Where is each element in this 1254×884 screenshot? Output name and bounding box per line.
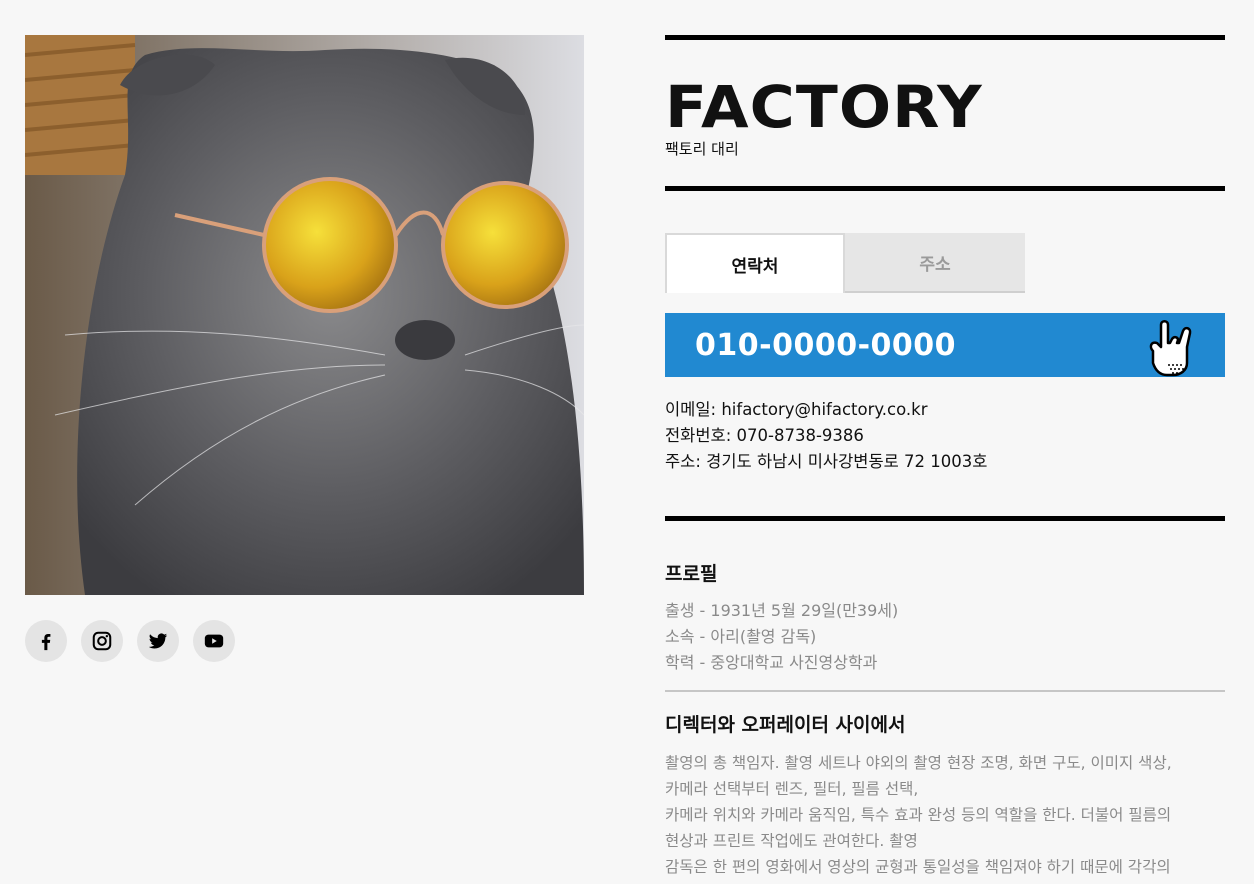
instagram-icon (92, 631, 112, 651)
youtube-button[interactable] (193, 620, 235, 662)
facebook-icon (41, 633, 51, 651)
youtube-icon (204, 634, 224, 648)
contact-address: 주소: 경기도 하남시 미사강변동로 72 1003호 (665, 452, 988, 471)
tab-address[interactable]: 주소 (845, 233, 1025, 293)
section-body: 촬영의 총 책임자. 촬영 세트나 야외의 촬영 현장 조명, 화면 구도, 이… (665, 754, 1172, 876)
instagram-button[interactable] (81, 620, 123, 662)
profile-panel: FACTORY 팩토리 대리 연락처 주소 010-0000-0000 이메일:… (665, 35, 1225, 880)
contact-info: 이메일: hifactory@hifactory.co.kr 전화번호: 070… (665, 397, 1225, 475)
contact-email: 이메일: hifactory@hifactory.co.kr (665, 400, 928, 419)
facebook-button[interactable] (25, 620, 67, 662)
phone-call-button[interactable]: 010-0000-0000 (665, 313, 1225, 377)
divider (665, 186, 1225, 191)
profile-item: 소속 - 아리(촬영 감독) (665, 627, 817, 646)
brand-subtitle: 팩토리 대리 (665, 140, 739, 158)
twitter-icon (148, 633, 168, 649)
section-heading: 디렉터와 오퍼레이터 사이에서 (665, 714, 906, 736)
profile-heading: 프로필 (665, 563, 718, 585)
profile-photo (25, 35, 584, 595)
rock-hand-icon (1149, 320, 1192, 377)
contact-tabs: 연락처 주소 (665, 233, 1225, 293)
profile-list: 출생 - 1931년 5월 29일(만39세) 소속 - 아리(촬영 감독) 학… (665, 598, 1225, 676)
brand-title: FACTORY (665, 73, 983, 141)
divider (665, 690, 1225, 692)
page: FACTORY 팩토리 대리 연락처 주소 010-0000-0000 이메일:… (0, 0, 1254, 884)
contact-tel: 전화번호: 070-8738-9386 (665, 426, 864, 445)
divider (665, 35, 1225, 40)
divider (665, 516, 1225, 521)
profile-item: 출생 - 1931년 5월 29일(만39세) (665, 601, 899, 620)
cat-photo-illustration (25, 35, 584, 595)
phone-number: 010-0000-0000 (695, 327, 957, 363)
social-links (25, 620, 235, 662)
tab-contact[interactable]: 연락처 (665, 233, 845, 293)
profile-item: 학력 - 중앙대학교 사진영상학과 (665, 653, 878, 672)
twitter-button[interactable] (137, 620, 179, 662)
